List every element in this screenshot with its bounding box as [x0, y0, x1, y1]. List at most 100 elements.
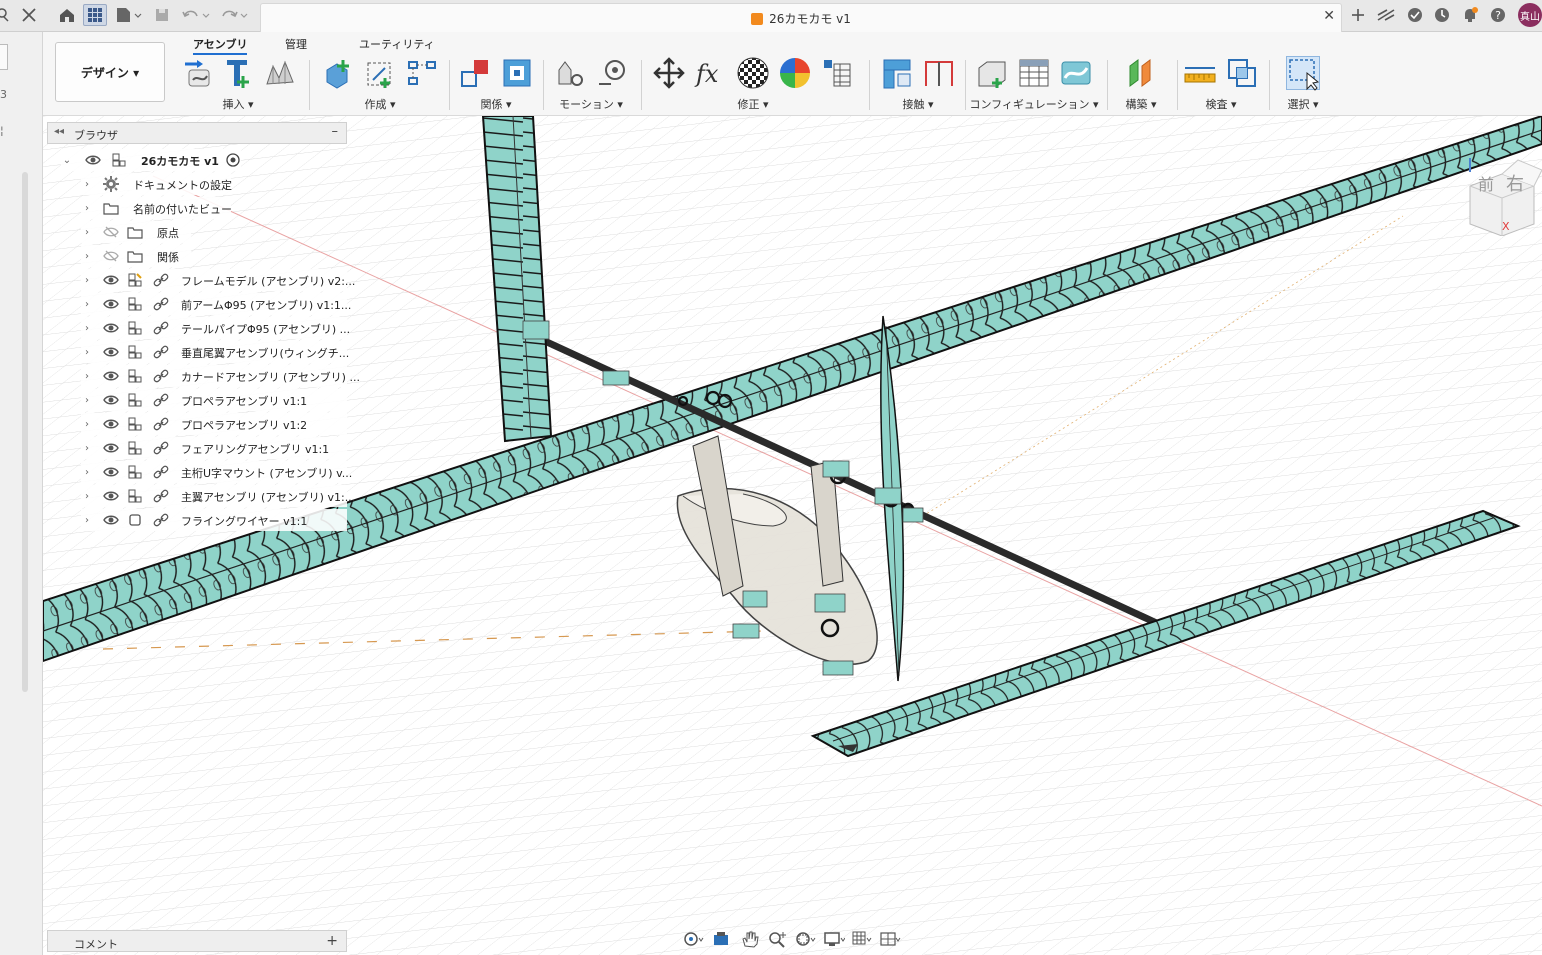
browser-item-vertical-tail[interactable]: › 垂直尾翼アセンブリ(ウィングチ...: [81, 341, 349, 363]
change-parameters-icon[interactable]: fx: [694, 56, 728, 90]
create-group-label[interactable]: 作成 ▾: [315, 96, 445, 112]
activate-radio-icon[interactable]: [225, 152, 241, 168]
create-pattern-icon[interactable]: [405, 56, 439, 90]
chevron-right-icon[interactable]: ›: [81, 347, 93, 358]
browser-root-row[interactable]: ⌄ 26カモカモ v1: [61, 149, 241, 171]
data-panel-grid-icon[interactable]: [83, 4, 107, 26]
insert-link-icon[interactable]: [179, 56, 213, 90]
appearance-icon[interactable]: [736, 56, 770, 90]
browser-item-flying-wire[interactable]: › フライングワイヤー v1:1: [81, 509, 347, 531]
strip-scrollbar[interactable]: [22, 172, 28, 692]
collapse-panel-icon[interactable]: ◂◂: [54, 126, 64, 137]
visibility-eye-icon[interactable]: [103, 344, 119, 360]
viewports-icon[interactable]: [879, 930, 901, 948]
save-icon[interactable]: [152, 4, 172, 26]
minimize-panel-icon[interactable]: –: [332, 124, 339, 139]
document-tab[interactable]: 26カモカモ v1 ✕: [260, 3, 1342, 32]
visibility-eye-icon[interactable]: [103, 296, 119, 312]
create-sketch-icon[interactable]: [363, 56, 397, 90]
browser-item-origin[interactable]: › 原点: [81, 221, 191, 243]
insert-group-label[interactable]: 挿入 ▾: [173, 96, 303, 112]
visibility-eye-icon[interactable]: [103, 272, 119, 288]
motion-study-icon[interactable]: [553, 56, 587, 90]
home-icon[interactable]: [56, 4, 78, 26]
browser-item-relations[interactable]: › 関係: [81, 245, 191, 267]
undo-icon[interactable]: [180, 4, 214, 26]
browser-item-propeller-2[interactable]: › プロペラアセンブリ v1:2: [81, 413, 347, 435]
chevron-right-icon[interactable]: ›: [81, 227, 93, 238]
rigid-group-icon[interactable]: [458, 56, 492, 90]
user-avatar[interactable]: 真山: [1518, 3, 1542, 27]
job-status-icon[interactable]: [1405, 4, 1425, 26]
browser-item-tail-pipe[interactable]: › テールパイプΦ95 (アセンブリ) ...: [81, 317, 350, 339]
visibility-eye-icon[interactable]: [103, 320, 119, 336]
browser-item-main-spar-mount[interactable]: › 主桁U字マウント (アセンブリ) v...: [81, 461, 352, 483]
chevron-right-icon[interactable]: ›: [81, 491, 93, 502]
physical-material-icon[interactable]: [778, 56, 812, 90]
viewcube[interactable]: 前 右 X: [1462, 146, 1542, 237]
close-tab-icon[interactable]: ✕: [1323, 8, 1335, 24]
visibility-eye-icon[interactable]: [103, 464, 119, 480]
visibility-eye-icon[interactable]: [103, 440, 119, 456]
tab-utilities[interactable]: ユーティリティ: [359, 36, 435, 52]
browser-item-named-views[interactable]: › 名前の付いたビュー: [81, 197, 232, 219]
visibility-eye-icon[interactable]: [103, 368, 119, 384]
redo-icon[interactable]: [218, 4, 252, 26]
display-settings-icon[interactable]: [823, 930, 846, 948]
grid-settings-icon[interactable]: [851, 930, 873, 948]
select-group-label[interactable]: 選択 ▾: [1275, 96, 1331, 112]
offset-plane-icon[interactable]: [1124, 56, 1158, 90]
chevron-right-icon[interactable]: ›: [81, 371, 93, 382]
chevron-right-icon[interactable]: ›: [81, 251, 93, 262]
chevron-right-icon[interactable]: ›: [81, 443, 93, 454]
select-icon[interactable]: [1286, 56, 1320, 91]
configure-icon[interactable]: [975, 56, 1009, 90]
hidden-eye-icon[interactable]: [103, 224, 119, 240]
relations-group-label[interactable]: 関係 ▾: [453, 96, 539, 112]
extensions-icon[interactable]: [1375, 4, 1397, 26]
chevron-right-icon[interactable]: ›: [81, 515, 93, 526]
fit-view-icon[interactable]: [795, 930, 817, 948]
manage-materials-icon[interactable]: [820, 56, 854, 90]
chevron-right-icon[interactable]: ›: [81, 203, 93, 214]
chevron-right-icon[interactable]: ›: [81, 275, 93, 286]
browser-item-front-arm[interactable]: › 前アームΦ95 (アセンブリ) v1:1...: [81, 293, 351, 315]
visibility-eye-icon[interactable]: [103, 416, 119, 432]
clock-icon[interactable]: [1432, 4, 1452, 26]
configuration-table-icon[interactable]: [1017, 56, 1051, 90]
motion-link-icon[interactable]: [595, 56, 629, 90]
tab-manage[interactable]: 管理: [285, 36, 307, 52]
look-at-icon[interactable]: [711, 930, 733, 948]
measure-icon[interactable]: [1183, 56, 1217, 90]
visibility-eye-icon[interactable]: [85, 152, 101, 168]
chevron-down-icon[interactable]: ⌄: [61, 155, 73, 166]
pan-hand-icon[interactable]: [739, 930, 761, 948]
chevron-right-icon[interactable]: ›: [81, 323, 93, 334]
chevron-right-icon[interactable]: ›: [81, 419, 93, 430]
motion-group-label[interactable]: モーション ▾: [547, 96, 635, 112]
inspect-group-label[interactable]: 検査 ▾: [1181, 96, 1261, 112]
move-copy-icon[interactable]: [652, 56, 686, 90]
viewcube-front-label[interactable]: 前: [1478, 175, 1494, 194]
add-comment-icon[interactable]: +: [326, 933, 338, 949]
chevron-right-icon[interactable]: ›: [81, 179, 93, 190]
help-icon[interactable]: ?: [1488, 4, 1508, 26]
search-icon[interactable]: [0, 4, 10, 26]
chevron-right-icon[interactable]: ›: [81, 467, 93, 478]
visibility-eye-icon[interactable]: [103, 512, 119, 528]
strip-handle[interactable]: [0, 44, 8, 70]
chevron-right-icon[interactable]: ›: [81, 299, 93, 310]
browser-item-main-wing[interactable]: › 主翼アセンブリ (アセンブリ) v1:...: [81, 485, 355, 507]
comments-panel[interactable]: コメント +: [47, 930, 347, 952]
joint-icon[interactable]: [880, 56, 914, 90]
workspace-switcher-button[interactable]: デザイン ▾: [55, 42, 165, 102]
file-menu-icon[interactable]: [114, 4, 144, 26]
insert-component-icon[interactable]: [221, 56, 255, 90]
insert-mesh-icon[interactable]: [263, 56, 297, 90]
browser-item-propeller-1[interactable]: › プロペラアセンブリ v1:1: [81, 389, 347, 411]
configuration-group-label[interactable]: コンフィギュレーション ▾: [969, 96, 1099, 112]
orbit-icon[interactable]: [683, 930, 705, 948]
interference-icon[interactable]: [1225, 56, 1259, 90]
viewcube-right-label[interactable]: 右: [1506, 174, 1524, 195]
joint-group-label[interactable]: 接触 ▾: [873, 96, 963, 112]
